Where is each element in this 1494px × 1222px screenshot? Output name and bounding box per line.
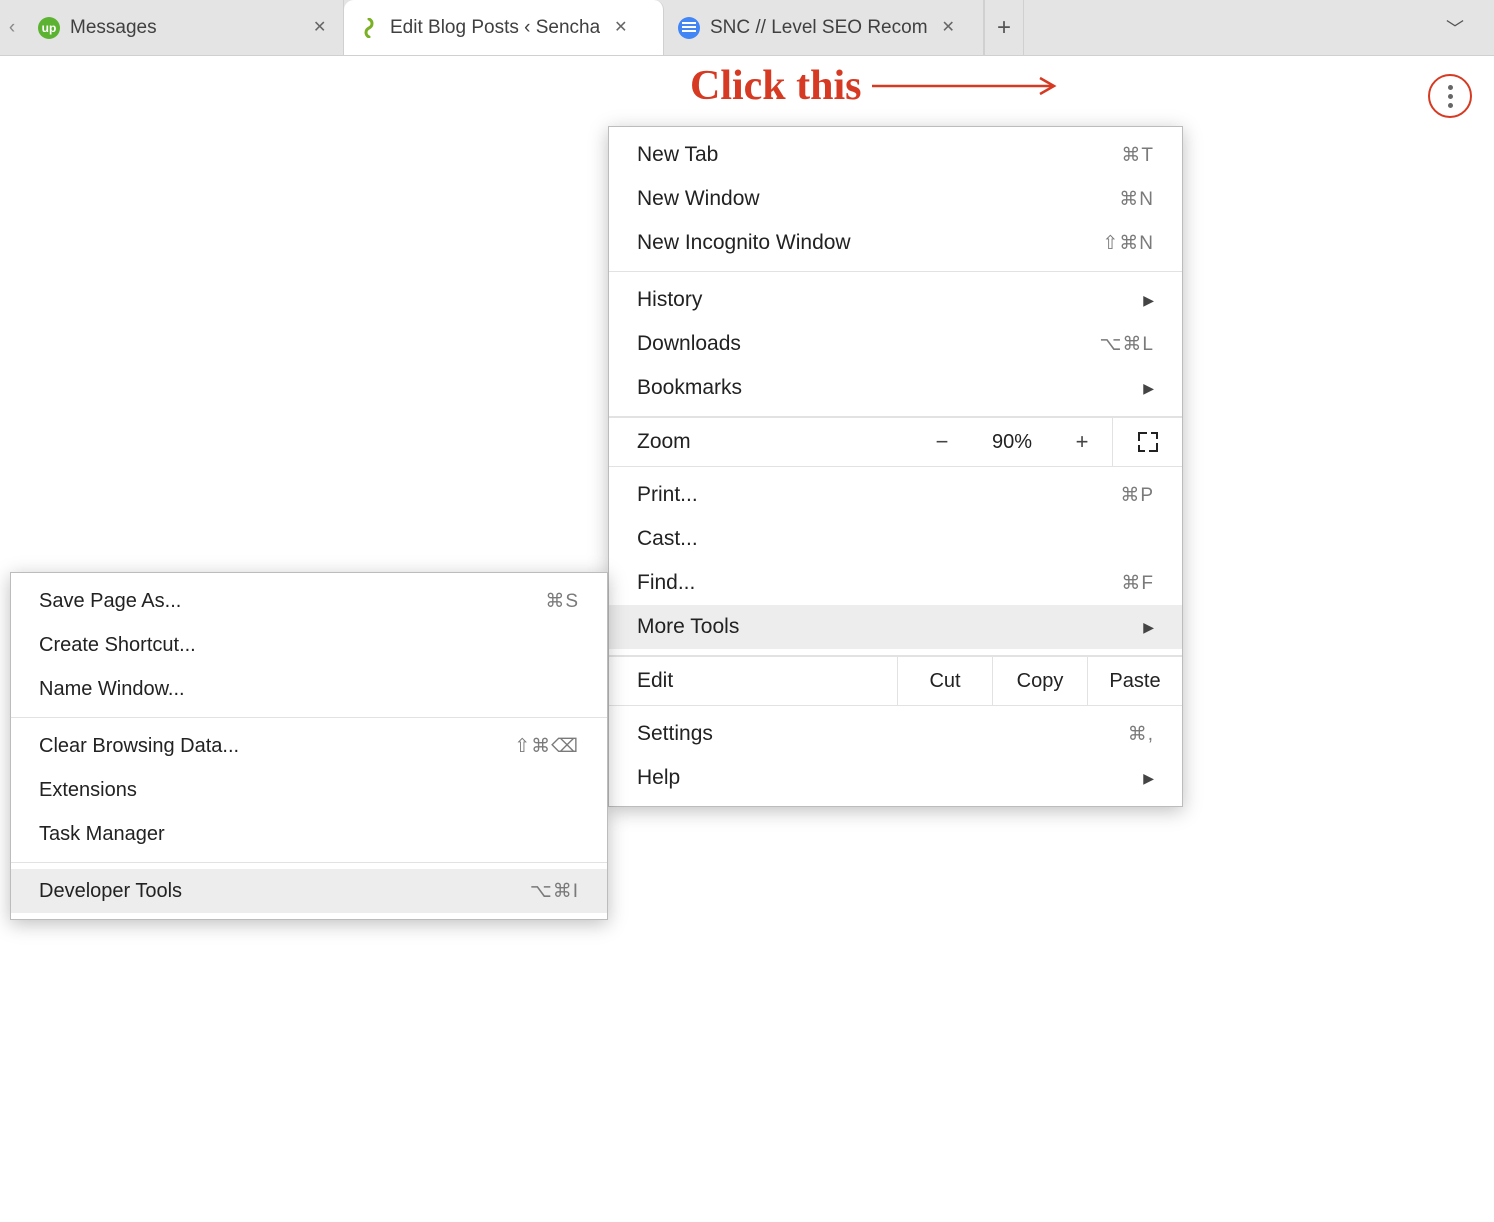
menu-label: More Tools [637,615,1143,639]
menu-help[interactable]: Help ▶ [609,756,1182,800]
menu-label: New Tab [637,143,1121,167]
chrome-menu-button[interactable] [1428,74,1472,118]
chevron-down-icon: ﹀ [1446,15,1464,41]
tab-sencha[interactable]: Edit Blog Posts ‹ Sencha ✕ [344,0,664,55]
tab-title: Edit Blog Posts ‹ Sencha [390,17,600,39]
submenu-extensions[interactable]: Extensions [11,768,607,812]
tab-snc-seo[interactable]: SNC // Level SEO Recom ✕ [664,0,984,55]
menu-label: Name Window... [39,678,579,701]
menu-label: Downloads [637,332,1100,356]
menu-shortcut: ⌘P [1120,484,1154,507]
menu-label: Save Page As... [39,590,545,613]
menu-label: Bookmarks [637,376,1143,400]
fullscreen-button[interactable] [1112,418,1182,466]
annotation-click-this: Click this [690,62,1062,110]
menu-more-tools[interactable]: More Tools ▶ [609,605,1182,649]
chevron-right-icon: ▶ [1143,770,1154,787]
edit-label: Edit [609,657,897,705]
menu-shortcut: ⇧⌘⌫ [514,735,579,758]
more-tools-submenu: Save Page As... ⌘S Create Shortcut... Na… [10,572,608,920]
menu-label: Clear Browsing Data... [39,735,514,758]
upwork-icon: up [38,17,60,39]
menu-label: Developer Tools [39,880,530,903]
zoom-value: 90% [972,418,1052,466]
submenu-name-window[interactable]: Name Window... [11,667,607,711]
menu-shortcut: ⌘N [1119,188,1154,211]
menu-label: Help [637,766,1143,790]
menu-label: New Window [637,187,1119,211]
menu-shortcut: ⌥⌘L [1100,333,1154,356]
menu-label: Create Shortcut... [39,634,579,657]
chevron-right-icon: ▶ [1143,380,1154,397]
menu-cast[interactable]: Cast... [609,517,1182,561]
menu-find[interactable]: Find... ⌘F [609,561,1182,605]
tab-title: Messages [70,17,157,39]
menu-label: Cast... [637,527,1154,551]
menu-shortcut: ⌘T [1121,144,1154,167]
menu-bookmarks[interactable]: Bookmarks ▶ [609,366,1182,410]
menu-new-tab[interactable]: New Tab ⌘T [609,133,1182,177]
zoom-in-button[interactable]: + [1052,418,1112,466]
edit-copy-button[interactable]: Copy [992,657,1087,705]
edit-paste-button[interactable]: Paste [1087,657,1182,705]
tab-overflow[interactable]: ﹀ [1024,15,1494,41]
submenu-create-shortcut[interactable]: Create Shortcut... [11,623,607,667]
submenu-developer-tools[interactable]: Developer Tools ⌥⌘I [11,869,607,913]
arrow-right-icon [872,74,1062,98]
menu-zoom: Zoom − 90% + [609,417,1182,467]
tab-title: SNC // Level SEO Recom [710,17,928,39]
submenu-save-page[interactable]: Save Page As... ⌘S [11,579,607,623]
menu-shortcut: ⌘S [545,590,579,613]
menu-shortcut: ⌘F [1121,572,1154,595]
chevron-right-icon: ▶ [1143,619,1154,636]
menu-edit: Edit Cut Copy Paste [609,656,1182,706]
tab-messages[interactable]: up Messages ✕ [24,0,344,55]
chrome-main-menu: New Tab ⌘T New Window ⌘N New Incognito W… [608,126,1183,807]
close-icon[interactable]: ✕ [614,20,630,36]
menu-label: Print... [637,483,1120,507]
chevron-right-icon: ▶ [1143,292,1154,309]
new-tab-button[interactable]: + [984,0,1024,55]
menu-history[interactable]: History ▶ [609,278,1182,322]
menu-shortcut: ⌘, [1128,723,1154,746]
zoom-label: Zoom [609,418,912,466]
close-icon[interactable]: ✕ [942,20,958,36]
edit-cut-button[interactable]: Cut [897,657,992,705]
menu-new-incognito[interactable]: New Incognito Window ⇧⌘N [609,221,1182,265]
menu-label: Find... [637,571,1121,595]
menu-label: Task Manager [39,823,579,846]
menu-label: Extensions [39,779,579,802]
menu-shortcut: ⌥⌘I [530,880,579,903]
menu-settings[interactable]: Settings ⌘, [609,712,1182,756]
tab-strip: ‹ up Messages ✕ Edit Blog Posts ‹ Sencha… [0,0,1494,56]
sencha-icon [358,17,380,39]
close-icon[interactable]: ✕ [313,20,329,36]
submenu-task-manager[interactable]: Task Manager [11,812,607,856]
menu-label: History [637,288,1143,312]
menu-downloads[interactable]: Downloads ⌥⌘L [609,322,1182,366]
menu-shortcut: ⇧⌘N [1102,232,1154,255]
annotation-text: Click this [690,62,862,110]
google-docs-icon [678,17,700,39]
menu-new-window[interactable]: New Window ⌘N [609,177,1182,221]
fullscreen-icon [1139,433,1157,451]
menu-label: New Incognito Window [637,231,1102,255]
zoom-out-button[interactable]: − [912,418,972,466]
scroll-tabs-left[interactable]: ‹ [0,17,24,39]
vertical-dots-icon [1448,85,1453,108]
menu-print[interactable]: Print... ⌘P [609,473,1182,517]
submenu-clear-browsing-data[interactable]: Clear Browsing Data... ⇧⌘⌫ [11,724,607,768]
menu-label: Settings [637,722,1128,746]
